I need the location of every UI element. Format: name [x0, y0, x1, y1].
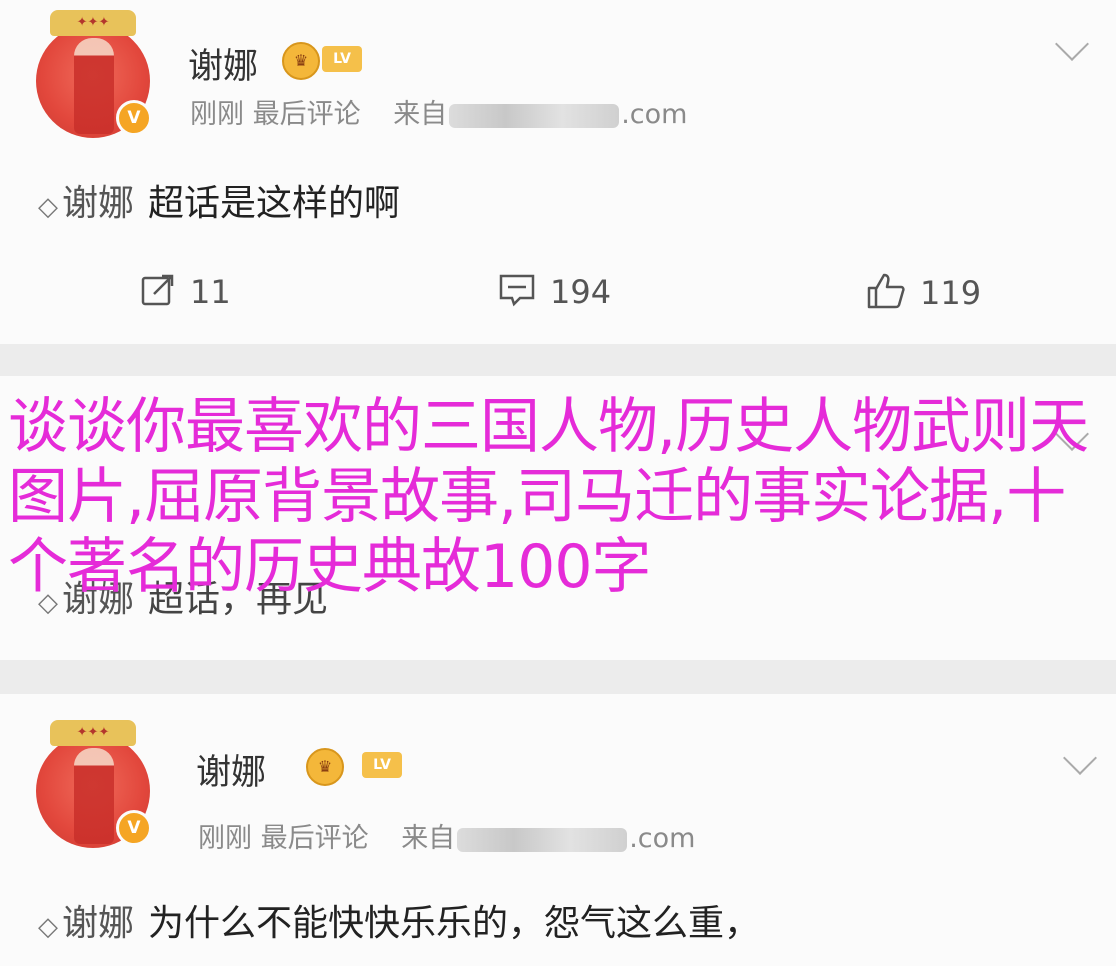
post-source-suffix: .com [629, 823, 696, 854]
post-text: ◇ 谢娜 为什么不能快快乐乐的，怨气这么重， [38, 894, 760, 946]
source-blur [457, 827, 628, 852]
avatar-figure [74, 38, 114, 134]
like-button[interactable]: 119 [866, 272, 981, 318]
post-card-1: ✦✦✦ V 谢娜 ♛ LV 刚刚 最后评论 来自 .com ◇ 谢娜 超话是这样的啊 … [0, 0, 1116, 344]
supertopic-icon: ◇ [38, 912, 58, 942]
source-blur [449, 103, 620, 128]
post-body: 为什么不能快快乐乐的，怨气这么重， [148, 903, 761, 944]
repost-icon [140, 272, 176, 316]
post-source-prefix: 来自 [393, 99, 448, 130]
overlay-title: 谈谈你最喜欢的三国人物,历史人物武则天图片,屈原背景故事,司马迁的事实论据,十个… [8, 392, 1089, 602]
chevron-down-icon[interactable] [1055, 27, 1089, 61]
verified-icon: V [116, 810, 152, 846]
comment-button[interactable]: 194 [498, 272, 611, 316]
supertopic-icon: ◇ [38, 192, 58, 222]
post-text: ◇ 谢娜 超话是这样的啊 [38, 174, 400, 226]
supertopic-link[interactable]: ◇ 谢娜 [38, 183, 134, 224]
avatar[interactable]: ✦✦✦ V [36, 10, 152, 138]
like-icon [866, 272, 906, 318]
post-time: 刚刚 [190, 99, 244, 130]
avatar-crown-decoration: ✦✦✦ [50, 720, 136, 746]
post-action: 最后评论 [252, 99, 361, 130]
like-count: 119 [920, 274, 982, 312]
avatar-crown-decoration: ✦✦✦ [50, 10, 136, 36]
supertopic-link[interactable]: ◇ 谢娜 [38, 903, 134, 944]
repost-button[interactable]: 11 [140, 272, 231, 316]
post-meta: 刚刚 最后评论 来自 .com [190, 92, 687, 131]
post-time: 刚刚 [198, 823, 252, 854]
level-badge-icon[interactable]: LV [362, 752, 402, 778]
username[interactable]: 谢娜 [188, 38, 258, 89]
supertopic-name: 谢娜 [62, 183, 135, 224]
chevron-down-icon[interactable] [1063, 741, 1097, 775]
post-meta: 刚刚 最后评论 来自 .com [198, 816, 695, 855]
member-crown-icon[interactable]: ♛ [282, 42, 320, 80]
member-crown-icon[interactable]: ♛ [306, 748, 344, 786]
post-card-3: ✦✦✦ V 谢娜 ♛ LV 刚刚 最后评论 来自 .com ◇ 谢娜 为什么不能快快乐… [0, 694, 1116, 966]
comment-icon [498, 272, 536, 316]
post-body: 超话是这样的啊 [148, 183, 401, 224]
verified-icon: V [116, 100, 152, 136]
level-badge-icon[interactable]: LV [322, 46, 362, 72]
supertopic-name: 谢娜 [62, 903, 135, 944]
post-source-suffix: .com [621, 99, 688, 130]
avatar-figure [74, 748, 114, 844]
avatar[interactable]: ✦✦✦ V [36, 720, 152, 848]
repost-count: 11 [190, 273, 231, 311]
post-action: 最后评论 [260, 823, 369, 854]
comment-count: 194 [550, 273, 612, 311]
username[interactable]: 谢娜 [196, 744, 266, 795]
post-source-prefix: 来自 [401, 823, 456, 854]
